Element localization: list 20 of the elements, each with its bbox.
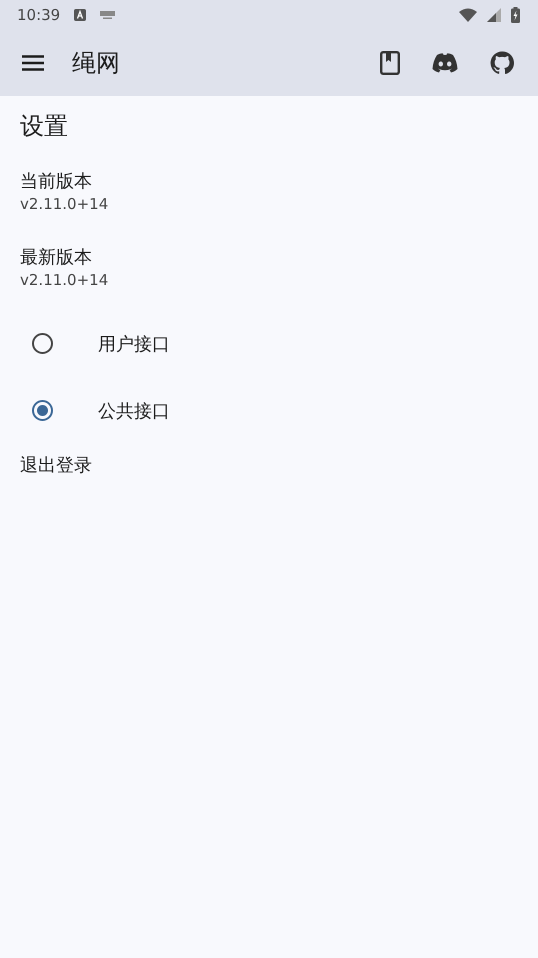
radio-label[interactable]: 用户接口	[98, 332, 170, 356]
github-icon	[490, 51, 514, 75]
signal-icon	[487, 8, 501, 22]
version-label: 最新版本	[20, 246, 93, 270]
menu-icon	[22, 55, 44, 71]
radio-label[interactable]: 公共接口	[98, 398, 170, 422]
discord-icon	[432, 53, 458, 73]
wifi-icon	[459, 8, 477, 22]
radio-button[interactable]	[32, 333, 53, 354]
book-icon	[380, 51, 400, 75]
version-label: 当前版本	[20, 170, 93, 194]
app-title: 绳网	[72, 48, 120, 79]
version-value: v2.11.0+14	[20, 194, 110, 214]
version-value: v2.11.0+14	[20, 270, 110, 290]
keyboard-a-icon	[74, 9, 86, 21]
logout-item[interactable]: 退出登录	[20, 453, 92, 477]
radio-button[interactable]	[32, 400, 53, 421]
battery-icon	[511, 7, 520, 23]
status-time: 10:39	[17, 6, 60, 24]
page-heading: 设置	[20, 111, 69, 142]
